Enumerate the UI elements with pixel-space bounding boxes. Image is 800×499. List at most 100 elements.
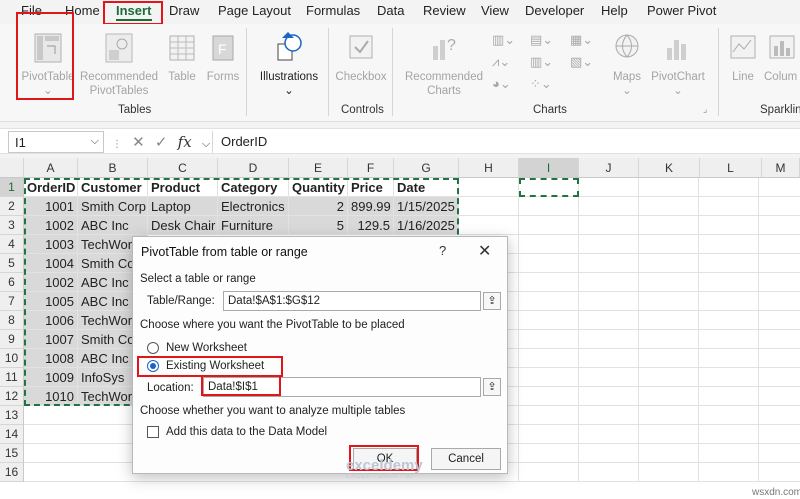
table-cell[interactable]: 899.99 bbox=[348, 197, 394, 216]
combo-chart-icon[interactable]: ▧⌄ bbox=[570, 54, 593, 70]
row-header[interactable]: 3 bbox=[0, 216, 24, 235]
help-icon[interactable]: ? bbox=[439, 243, 446, 258]
table-cell[interactable]: Laptop bbox=[148, 197, 218, 216]
table-cell[interactable]: 5 bbox=[289, 216, 348, 235]
row-header[interactable]: 2 bbox=[0, 197, 24, 216]
column-header-k[interactable]: K bbox=[639, 158, 700, 178]
row-header[interactable]: 11 bbox=[0, 368, 24, 387]
collapse-location-icon[interactable]: ⇪ bbox=[483, 378, 501, 396]
enter-icon[interactable]: ✓ bbox=[155, 134, 168, 151]
table-cell[interactable]: 1009 bbox=[24, 368, 78, 387]
column-header-h[interactable]: H bbox=[459, 158, 519, 178]
table-cell[interactable]: 1002 bbox=[24, 273, 78, 292]
hierarchy-chart-icon[interactable]: ▤⌄ bbox=[530, 32, 553, 48]
header-cell[interactable]: Customer bbox=[78, 178, 148, 197]
forms-button[interactable]: F Forms bbox=[204, 32, 242, 84]
table-cell[interactable]: Electronics bbox=[218, 197, 289, 216]
checkbox-button[interactable]: Checkbox bbox=[334, 32, 388, 84]
row-header[interactable]: 15 bbox=[0, 444, 24, 463]
menu-power-pivot[interactable]: Power Pivot bbox=[647, 3, 716, 18]
new-worksheet-radio[interactable] bbox=[147, 342, 159, 354]
pie-chart-icon[interactable]: ◕⌄ bbox=[492, 76, 511, 92]
table-cell[interactable]: 1/15/2025 bbox=[394, 197, 459, 216]
table-cell[interactable]: 1004 bbox=[24, 254, 78, 273]
select-all-corner[interactable] bbox=[0, 158, 24, 178]
row-header[interactable]: 1 bbox=[0, 178, 24, 197]
column-header-m[interactable]: M bbox=[762, 158, 800, 178]
table-cell[interactable]: 1006 bbox=[24, 311, 78, 330]
row-header[interactable]: 8 bbox=[0, 311, 24, 330]
menu-formulas[interactable]: Formulas bbox=[306, 3, 360, 18]
recommended-pivottables-button[interactable]: Recommended PivotTables bbox=[79, 32, 159, 98]
name-box[interactable]: I1 ⌵ bbox=[8, 131, 104, 153]
empty-cells[interactable] bbox=[459, 178, 800, 482]
line-sparkline-button[interactable]: Line bbox=[726, 32, 760, 84]
table-cell[interactable]: Smith Corp bbox=[78, 197, 148, 216]
cancel-button[interactable]: Cancel bbox=[431, 448, 501, 470]
cancel-icon[interactable]: ✕ bbox=[132, 134, 145, 151]
chevron-down-icon[interactable]: ⌵ bbox=[202, 138, 210, 150]
table-cell[interactable]: 1008 bbox=[24, 349, 78, 368]
column-header-f[interactable]: F bbox=[348, 158, 394, 178]
header-cell[interactable]: Date bbox=[394, 178, 459, 197]
menu-page-layout[interactable]: Page Layout bbox=[218, 3, 291, 18]
fx-icon[interactable]: fx bbox=[178, 133, 192, 151]
menu-review[interactable]: Review bbox=[423, 3, 466, 18]
column-header-l[interactable]: L bbox=[700, 158, 762, 178]
header-cell[interactable]: Price bbox=[348, 178, 394, 197]
header-cell[interactable]: Quantity bbox=[289, 178, 348, 197]
column-header-d[interactable]: D bbox=[218, 158, 289, 178]
column-header-j[interactable]: J bbox=[579, 158, 639, 178]
collapse-range-icon[interactable]: ⇪ bbox=[483, 292, 501, 310]
column-sparkline-button[interactable]: Colum bbox=[764, 32, 800, 84]
recommended-charts-button[interactable]: ? Recommended Charts bbox=[402, 32, 486, 98]
row-header[interactable]: 7 bbox=[0, 292, 24, 311]
column-header-a[interactable]: A bbox=[24, 158, 78, 178]
menu-help[interactable]: Help bbox=[601, 3, 628, 18]
dialog-launcher-icon[interactable]: ⌟ bbox=[703, 104, 707, 115]
row-header[interactable]: 16 bbox=[0, 463, 24, 482]
column-header-b[interactable]: B bbox=[78, 158, 148, 178]
menu-view[interactable]: View bbox=[481, 3, 509, 18]
table-cell[interactable]: 2 bbox=[289, 197, 348, 216]
scatter-chart-icon[interactable]: ⁘⌄ bbox=[530, 76, 552, 92]
table-cell[interactable]: 1002 bbox=[24, 216, 78, 235]
table-cell[interactable]: 1/16/2025 bbox=[394, 216, 459, 235]
row-header[interactable]: 13 bbox=[0, 406, 24, 425]
menu-developer[interactable]: Developer bbox=[525, 3, 584, 18]
data-model-checkbox[interactable] bbox=[147, 426, 159, 438]
column-header-g[interactable]: G bbox=[394, 158, 459, 178]
row-header[interactable]: 4 bbox=[0, 235, 24, 254]
header-cell[interactable]: OrderID bbox=[24, 178, 78, 197]
row-header[interactable]: 9 bbox=[0, 330, 24, 349]
column-header-e[interactable]: E bbox=[289, 158, 348, 178]
menu-draw[interactable]: Draw bbox=[169, 3, 199, 18]
table-cell[interactable]: 129.5 bbox=[348, 216, 394, 235]
header-cell[interactable]: Category bbox=[218, 178, 289, 197]
row-header[interactable]: 14 bbox=[0, 425, 24, 444]
close-icon[interactable]: ✕ bbox=[478, 241, 491, 261]
table-cell[interactable]: Furniture bbox=[218, 216, 289, 235]
table-cell[interactable]: 1005 bbox=[24, 292, 78, 311]
row-header[interactable]: 10 bbox=[0, 349, 24, 368]
table-button[interactable]: Table bbox=[164, 32, 200, 84]
table-cell[interactable]: ABC Inc bbox=[78, 216, 148, 235]
table-cell[interactable]: Desk Chair bbox=[148, 216, 218, 235]
column-chart-icon[interactable]: ▥⌄ bbox=[492, 32, 515, 48]
table-range-input[interactable]: Data!$A$1:$G$12 bbox=[223, 291, 481, 311]
maps-button[interactable]: Maps ⌄ bbox=[608, 32, 646, 98]
column-header-i[interactable]: I bbox=[519, 158, 579, 178]
statistic-chart-icon[interactable]: ▥⌄ bbox=[530, 54, 553, 70]
table-cell[interactable]: 1010 bbox=[24, 387, 78, 406]
header-cell[interactable]: Product bbox=[148, 178, 218, 197]
pivotchart-button[interactable]: PivotChart ⌄ bbox=[650, 32, 706, 98]
table-cell[interactable]: 1001 bbox=[24, 197, 78, 216]
waterfall-chart-icon[interactable]: ▦⌄ bbox=[570, 32, 593, 48]
row-header[interactable]: 12 bbox=[0, 387, 24, 406]
formula-input[interactable]: OrderID bbox=[212, 131, 798, 153]
table-cell[interactable]: 1007 bbox=[24, 330, 78, 349]
row-header[interactable]: 5 bbox=[0, 254, 24, 273]
line-chart-icon[interactable]: ⩘⌄ bbox=[492, 54, 510, 70]
column-header-c[interactable]: C bbox=[148, 158, 218, 178]
table-cell[interactable]: 1003 bbox=[24, 235, 78, 254]
